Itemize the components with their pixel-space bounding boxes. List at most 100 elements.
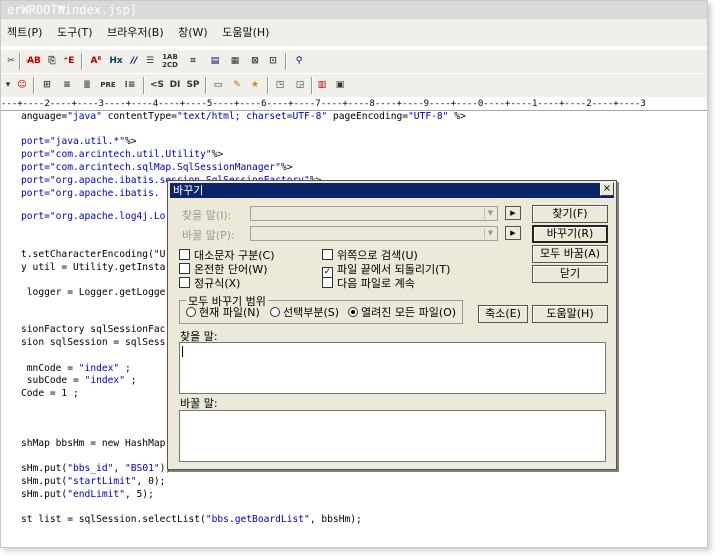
code-line: mnCode = "index" ; [21,363,131,374]
table-icon[interactable]: ⌗ [185,53,201,69]
copy-icon[interactable]: ⎘ [45,53,59,69]
replace-button[interactable]: 바꾸기(R) [532,225,608,243]
radio-selected-icon[interactable] [348,307,358,317]
menu-project[interactable]: 젝트(P) [7,19,42,46]
frame-icon[interactable]: ⊠ [247,53,263,69]
form-icon[interactable]: ▦ [227,53,243,69]
menu-browser[interactable]: 브라우저(B) [107,19,164,46]
match-case-checkbox[interactable]: 대소문자 구분(C) [179,249,274,262]
find-textarea[interactable] [179,342,606,394]
close-icon[interactable]: × [600,182,614,196]
italic-icon[interactable]: // [127,53,141,69]
cut-icon[interactable]: ✂ [5,53,17,69]
radio-icon[interactable] [186,307,196,317]
code-line: t.setCharacterEncoding("U [21,249,166,260]
menu-tools[interactable]: 도구(T) [57,19,93,46]
checkbox-box[interactable] [179,277,190,288]
dialog-title: 바꾸기 [170,183,614,198]
checkbox-box[interactable] [322,277,333,288]
paragraph-icon[interactable]: ☰ [143,53,157,69]
image-icon[interactable]: ▤ [207,53,223,69]
regex-checkbox[interactable]: 정규식(X) [179,277,240,290]
replace-options-button[interactable]: ▶ [505,226,521,240]
code-line: shMap bbsHm = new HashMap [21,438,166,449]
radio-icon[interactable] [270,307,280,317]
layer-icon[interactable]: ⊡ [265,53,281,69]
find-label: 찾을 말(I): [182,209,232,222]
chevron-down-icon[interactable]: ▼ [484,208,496,219]
ordered-list-icon[interactable]: ⁝≡ [121,77,139,93]
scope-current-radio[interactable]: 현재 파일(N) [186,306,260,319]
checkbox-box[interactable] [322,249,333,260]
menu-bar: 젝트(P) 도구(T) 브라우저(B) 창(W) 도움말(H) [1,19,707,46]
find-button[interactable]: 찾기(F) [532,205,608,223]
replace-textarea[interactable] [179,410,606,462]
code-line: sion sqlSession = sqlSess [21,337,166,348]
grid-icon[interactable]: ⊞ [39,77,55,93]
edit-icon[interactable]: ✎ [229,77,245,93]
code-line: y util = Utility.getInsta [21,262,166,273]
justify-icon[interactable]: ≣ [79,77,95,93]
code-line: subCode = "index" ; [21,375,137,386]
replace-label: 바꿀 말(P): [182,229,235,242]
strike-icon[interactable]: A̶B [25,53,43,69]
code-line: sHm.put("startLimit", 0); [21,476,166,487]
code-line: port="java.util.*"%> [21,136,137,147]
code-line: st list = sqlSession.selectList("bbs.get… [21,514,362,525]
font-icon[interactable]: A⁶ [87,53,105,69]
box-icon[interactable]: ▭ [211,77,225,93]
code-line: port="com.arcintech.sqlMap.SqlSessionMan… [21,162,293,173]
span-tag-icon[interactable]: SP [185,77,201,93]
menu-help[interactable]: 도움말(H) [222,19,269,46]
wrap-around-checkbox[interactable]: ✓ 파일 끝에서 되돌리기(T) [322,263,450,278]
code-line: sHm.put("endLimit", 5); [21,489,154,500]
toolbar-html: ▾ ☺ ⊞ ≡ ≣ PRE ⁝≡ <S DI SP ▭ ✎ ★ ◳ ◲ ▥ ▣ [1,73,707,97]
code-line: port="org.apache.ibatis. [21,188,160,199]
insert-icon[interactable]: ⁺E [61,53,77,69]
code-line: port="com.arcintech.util.Utility"%> [21,149,224,160]
code-line: logger = Logger.getLogge [21,287,166,298]
checkbox-box[interactable] [179,263,190,274]
align-icon[interactable]: ≡ [59,77,75,93]
close-button[interactable]: 닫기 [532,265,608,283]
list-icon[interactable]: 1AB 2CD [159,53,181,69]
app-window: erWROOT₩index.jsp] 젝트(P) 도구(T) 브라우저(B) 창… [0,0,708,548]
code-line: Code = 1 ; [21,388,79,399]
help-button[interactable]: 도움말(H) [532,305,608,323]
window-icon[interactable]: ◳ [273,77,287,93]
code-line: anguage="java" contentType="text/html; c… [21,111,466,122]
find-combo[interactable]: ▼ [250,206,498,221]
dropdown-icon[interactable]: ▾ [3,77,13,93]
toolbar-format: ✂ A̶B ⎘ ⁺E A⁶ Hx // ☰ 1AB 2CD ⌗ ▤ ▦ ⊠ ⊡ … [1,49,707,73]
panel-icon[interactable]: ▣ [333,77,347,93]
magnify-icon[interactable]: ⚲ [291,53,307,69]
text-caret [182,346,183,357]
menu-window[interactable]: 창(W) [178,19,208,46]
replace-all-button[interactable]: 모두 바꿈(A) [532,245,608,263]
code-line: sHm.put("bbs_id", "BS01"); [21,463,172,474]
replace-dialog: 바꾸기 × 찾을 말(I): ▼ ▶ 바꿀 말(P): ▼ ▶ 찾기(F) 바꾸… [167,180,617,470]
star-icon[interactable]: ★ [247,77,263,93]
heading-icon[interactable]: Hx [107,53,125,69]
replace-combo[interactable]: ▼ [250,226,498,241]
column-ruler: ---+----2----+----3----+----4----+----5-… [1,98,707,111]
search-up-checkbox[interactable]: 위쪽으로 검색(U) [322,249,418,262]
collapse-button[interactable]: 축소(E) [478,305,528,323]
whole-word-checkbox[interactable]: 온전한 단어(W) [179,263,268,276]
strike-tag-icon[interactable]: <S [149,77,165,93]
checkbox-box[interactable] [179,249,190,260]
chart-icon[interactable]: ▥ [315,77,329,93]
color-icon[interactable]: ☺ [15,77,29,93]
code-line: sionFactory sqlSessionFac [21,324,166,335]
div-tag-icon[interactable]: DI [167,77,183,93]
next-file-checkbox[interactable]: 다음 파일로 계속 [322,277,415,290]
code-line: port="org.apache.log4j.Lo [21,211,166,222]
window-split-icon[interactable]: ◲ [293,77,307,93]
scope-all-open-radio[interactable]: 열려진 모든 파일(O) [348,306,456,319]
find-options-button[interactable]: ▶ [505,206,521,220]
replace-text-label: 바꿀 말: [180,397,218,410]
scope-selection-radio[interactable]: 선택부분(S) [270,306,339,319]
window-title: erWROOT₩index.jsp] [1,1,707,19]
chevron-down-icon[interactable]: ▼ [484,228,496,239]
pre-icon[interactable]: PRE [97,77,119,93]
